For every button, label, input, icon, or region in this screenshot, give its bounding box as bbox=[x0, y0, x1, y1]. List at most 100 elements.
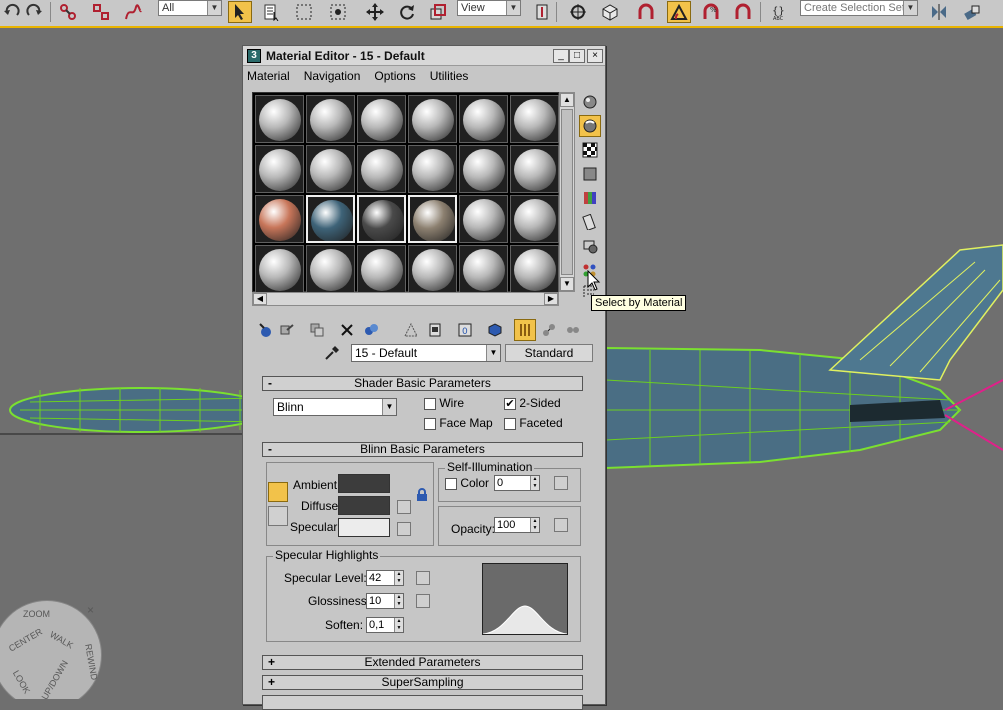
reset-map-icon[interactable] bbox=[336, 319, 358, 341]
sample-slot[interactable] bbox=[255, 145, 304, 193]
rotate-icon[interactable] bbox=[395, 1, 419, 23]
spinner-snap-icon[interactable] bbox=[731, 1, 755, 23]
material-name-dropdown[interactable]: 15 - Default ▼ bbox=[351, 344, 501, 362]
pivot-center-icon[interactable] bbox=[530, 1, 554, 23]
sample-slot[interactable] bbox=[357, 145, 406, 193]
sample-slot[interactable] bbox=[357, 195, 406, 243]
sample-slot[interactable] bbox=[408, 245, 457, 293]
faceted-checkbox[interactable]: Faceted bbox=[504, 416, 563, 430]
diffuse-color-swatch[interactable] bbox=[338, 496, 390, 515]
glossiness-spinner[interactable]: 10 ▲ ▼ bbox=[366, 593, 404, 609]
undo-icon[interactable] bbox=[0, 1, 24, 23]
face-map-checkbox[interactable]: Face Map bbox=[424, 416, 493, 430]
sample-slot[interactable] bbox=[459, 195, 508, 243]
wire-checkbox[interactable]: Wire bbox=[424, 396, 464, 410]
assign-material-to-selection-icon[interactable] bbox=[306, 319, 328, 341]
sample-slot[interactable] bbox=[510, 195, 559, 243]
snaps-toggle-icon[interactable] bbox=[634, 1, 658, 23]
align-icon[interactable] bbox=[960, 1, 984, 23]
edit-named-selection-icon[interactable]: {} ABC bbox=[768, 1, 792, 23]
put-material-to-scene-icon[interactable] bbox=[276, 319, 298, 341]
sample-slot[interactable] bbox=[459, 245, 508, 293]
show-end-result-icon[interactable] bbox=[514, 319, 536, 341]
wheel-center[interactable]: CENTER bbox=[7, 626, 44, 653]
wheel-rewind[interactable]: REWIND bbox=[83, 643, 99, 681]
sample-type-icon[interactable] bbox=[579, 91, 601, 113]
wheel-close-icon[interactable]: × bbox=[87, 603, 94, 617]
close-button[interactable]: × bbox=[587, 49, 603, 63]
self-illumination-map-button[interactable] bbox=[554, 476, 568, 490]
lock-icon[interactable] bbox=[415, 488, 429, 502]
lock-diffuse-specular-icon[interactable] bbox=[268, 506, 288, 526]
sample-uv-tiling-icon[interactable] bbox=[579, 163, 601, 185]
sample-slot[interactable] bbox=[306, 145, 355, 193]
go-to-parent-icon[interactable] bbox=[538, 319, 560, 341]
menu-material[interactable]: Material bbox=[247, 69, 290, 83]
video-color-check-icon[interactable] bbox=[579, 187, 601, 209]
show-map-in-viewport-icon[interactable] bbox=[484, 319, 506, 341]
sample-slot[interactable] bbox=[408, 95, 457, 143]
sample-slot[interactable] bbox=[408, 195, 457, 243]
supersampling-rollout[interactable]: + SuperSampling bbox=[262, 675, 583, 690]
opacity-map-button[interactable] bbox=[554, 518, 568, 532]
lock-ambient-diffuse-icon[interactable] bbox=[268, 482, 288, 502]
reference-coordinate-dropdown[interactable]: View ▼ bbox=[457, 0, 521, 16]
redo-icon[interactable] bbox=[22, 1, 46, 23]
opacity-spinner[interactable]: 100 ▲ ▼ bbox=[494, 517, 540, 533]
unlink-selection-icon[interactable] bbox=[89, 1, 113, 23]
sample-slots-horizontal-scrollbar[interactable]: ◀ ▶ bbox=[252, 292, 559, 306]
bind-to-space-warp-icon[interactable] bbox=[121, 1, 145, 23]
select-and-manipulate-icon[interactable] bbox=[566, 1, 590, 23]
soften-spinner[interactable]: 0,1 ▲ ▼ bbox=[366, 617, 404, 633]
scroll-thumb[interactable] bbox=[561, 109, 573, 275]
sample-slot[interactable] bbox=[306, 245, 355, 293]
backlight-icon[interactable] bbox=[579, 115, 601, 137]
sample-slot[interactable] bbox=[255, 245, 304, 293]
sample-slot[interactable] bbox=[255, 195, 304, 243]
selection-filter-dropdown[interactable]: All ▼ bbox=[158, 0, 222, 16]
blinn-basic-parameters-rollout[interactable]: - Blinn Basic Parameters bbox=[262, 442, 583, 457]
make-material-copy-icon[interactable] bbox=[360, 319, 382, 341]
sample-slot[interactable] bbox=[510, 145, 559, 193]
sample-slot[interactable] bbox=[459, 145, 508, 193]
two-sided-checkbox[interactable]: ✔ 2-Sided bbox=[504, 396, 561, 410]
menu-utilities[interactable]: Utilities bbox=[430, 69, 469, 83]
scroll-down-icon[interactable]: ▼ bbox=[560, 277, 574, 291]
options-icon[interactable] bbox=[579, 235, 601, 257]
make-preview-icon[interactable] bbox=[579, 211, 601, 233]
sample-slot[interactable] bbox=[306, 195, 355, 243]
mirror-icon[interactable] bbox=[927, 1, 951, 23]
go-forward-to-sibling-icon[interactable] bbox=[562, 319, 584, 341]
sample-slot[interactable] bbox=[510, 95, 559, 143]
sample-slot[interactable] bbox=[306, 95, 355, 143]
wheel-updown[interactable]: UP/DOWN bbox=[40, 659, 70, 699]
scale-icon[interactable] bbox=[426, 1, 450, 23]
sample-slots-vertical-scrollbar[interactable]: ▲ ▼ bbox=[559, 92, 575, 292]
self-illumination-spinner[interactable]: 0 ▲ ▼ bbox=[494, 475, 540, 491]
specular-level-map-button[interactable] bbox=[416, 571, 430, 585]
put-to-library-icon[interactable] bbox=[424, 319, 446, 341]
sample-slot[interactable] bbox=[408, 145, 457, 193]
background-checker-icon[interactable] bbox=[579, 139, 601, 161]
menu-options[interactable]: Options bbox=[374, 69, 415, 83]
select-object-icon[interactable] bbox=[228, 1, 252, 23]
material-type-button[interactable]: Standard bbox=[505, 344, 593, 362]
menu-navigation[interactable]: Navigation bbox=[304, 69, 361, 83]
maximize-button[interactable]: □ bbox=[569, 49, 585, 63]
sample-slot[interactable] bbox=[255, 95, 304, 143]
material-effects-channel-icon[interactable]: 0 bbox=[454, 319, 476, 341]
angle-snap-icon[interactable] bbox=[667, 1, 691, 23]
wheel-walk[interactable]: WALK bbox=[48, 629, 75, 650]
named-selection-set-dropdown[interactable]: Create Selection Set ▼ bbox=[800, 0, 918, 16]
diffuse-map-button[interactable] bbox=[397, 500, 411, 514]
move-icon[interactable] bbox=[363, 1, 387, 23]
make-unique-icon[interactable] bbox=[400, 319, 422, 341]
ambient-color-swatch[interactable] bbox=[338, 474, 390, 493]
sample-slot[interactable] bbox=[510, 245, 559, 293]
rectangular-selection-icon[interactable] bbox=[292, 1, 316, 23]
material-editor-titlebar[interactable]: 3 Material Editor - 15 - Default _ □ × bbox=[243, 46, 605, 66]
glossiness-map-button[interactable] bbox=[416, 594, 430, 608]
minimize-button[interactable]: _ bbox=[553, 49, 569, 63]
select-and-link-icon[interactable] bbox=[56, 1, 80, 23]
specular-level-spinner[interactable]: 42 ▲ ▼ bbox=[366, 570, 404, 586]
